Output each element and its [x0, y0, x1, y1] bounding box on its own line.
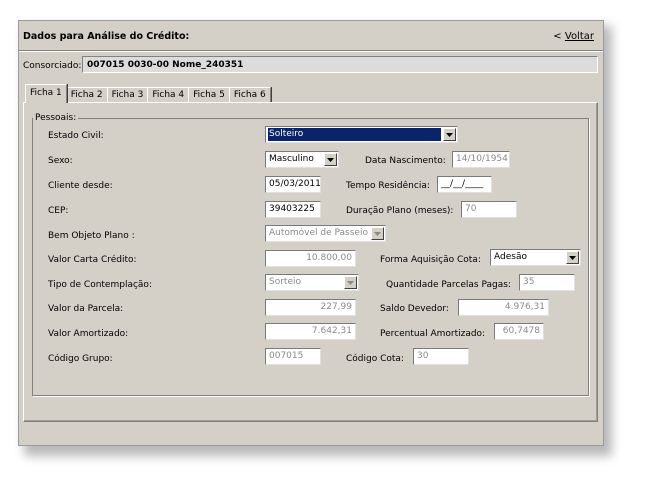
- tipo-contemplacao-value: Sorteio: [269, 277, 301, 287]
- duracao-plano-field[interactable]: 70: [461, 201, 517, 218]
- valor-amortizado-label: Valor Amortizado:: [48, 329, 129, 339]
- back-label: Voltar: [564, 31, 594, 42]
- valor-parcela-field[interactable]: 227,99: [265, 299, 356, 316]
- data-nascimento-field[interactable]: 14/10/1954: [452, 151, 510, 168]
- dropdown-arrow-icon[interactable]: [566, 251, 579, 264]
- percentual-amortizado-field[interactable]: 60,7478: [494, 323, 544, 340]
- bem-objeto-value: Automóvel de Passeio: [269, 228, 368, 238]
- bem-objeto-label: Bem Objeto Plano :: [48, 231, 135, 241]
- tempo-residencia-label: Tempo Residência:: [346, 181, 430, 191]
- forma-aquisicao-value: Adesão: [494, 252, 527, 262]
- saldo-devedor-label: Saldo Devedor:: [380, 304, 449, 314]
- codigo-grupo-label: Código Grupo:: [48, 354, 113, 364]
- sexo-value: Masculino: [269, 154, 314, 164]
- tipo-contemplacao-select[interactable]: Sorteio: [265, 274, 359, 291]
- valor-parcela-label: Valor da Parcela:: [48, 304, 124, 314]
- tab-ficha-2[interactable]: Ficha 2: [65, 87, 108, 103]
- cliente-desde-label: Cliente desde:: [48, 181, 113, 191]
- dropdown-arrow-icon[interactable]: [324, 153, 337, 166]
- codigo-cota-field[interactable]: 30: [413, 348, 469, 365]
- sexo-label: Sexo:: [48, 156, 73, 166]
- estado-civil-value: Solteiro: [268, 128, 441, 141]
- data-nascimento-label: Data Nascimento:: [365, 156, 446, 166]
- tab-ficha-6[interactable]: Ficha 6: [228, 87, 271, 103]
- codigo-grupo-field[interactable]: 007015: [265, 348, 321, 365]
- dropdown-arrow-icon[interactable]: [344, 276, 357, 289]
- tempo-residencia-field[interactable]: __/__/____: [437, 176, 492, 193]
- forma-aquisicao-select[interactable]: Adesão: [490, 249, 581, 266]
- tab-strip: Ficha 1 Ficha 2 Ficha 3 Ficha 4 Ficha 5 …: [25, 84, 271, 103]
- tab-ficha-5[interactable]: Ficha 5: [188, 87, 230, 103]
- back-chevron-icon: <: [553, 31, 562, 42]
- forma-aquisicao-label: Forma Aquisição Cota:: [380, 255, 481, 265]
- tab-ficha-4[interactable]: Ficha 4: [147, 87, 190, 103]
- qtd-parcelas-field[interactable]: 35: [519, 274, 575, 291]
- credit-analysis-window: Dados para Análise do Crédito: < Voltar …: [18, 20, 604, 446]
- dropdown-arrow-icon[interactable]: [371, 227, 384, 240]
- cliente-desde-field[interactable]: 05/03/2011: [265, 176, 321, 193]
- valor-carta-label: Valor Carta Crédito:: [48, 255, 137, 265]
- valor-carta-field[interactable]: 10.800,00: [265, 250, 356, 267]
- tab-panel: Pessoais: Estado Civil: Solteiro Sexo: M…: [23, 102, 598, 422]
- cep-field[interactable]: 39403225: [265, 201, 321, 218]
- consorciado-label: Consorciado:: [23, 61, 82, 71]
- divider: [19, 50, 603, 52]
- dropdown-arrow-icon[interactable]: [443, 128, 456, 141]
- cep-label: CEP:: [48, 206, 69, 216]
- valor-amortizado-field[interactable]: 7.642,31: [265, 323, 356, 340]
- tab-ficha-1[interactable]: Ficha 1: [25, 84, 67, 103]
- tipo-contemplacao-label: Tipo de Contemplação:: [48, 280, 152, 290]
- percentual-amortizado-label: Percentual Amortizado:: [380, 329, 486, 339]
- back-link[interactable]: < Voltar: [553, 31, 594, 42]
- bem-objeto-select[interactable]: Automóvel de Passeio: [265, 225, 386, 242]
- duracao-plano-label: Duração Plano (meses):: [346, 206, 454, 216]
- saldo-devedor-field[interactable]: 4.976,31: [458, 299, 549, 316]
- consorciado-value: 007015 0030-00 Nome_240351: [82, 56, 598, 73]
- group-legend: Pessoais:: [33, 113, 79, 123]
- estado-civil-label: Estado Civil:: [48, 131, 104, 141]
- window-title: Dados para Análise do Crédito:: [23, 31, 190, 42]
- sexo-select[interactable]: Masculino: [265, 151, 339, 168]
- estado-civil-select[interactable]: Solteiro: [265, 126, 458, 143]
- tab-ficha-3[interactable]: Ficha 3: [106, 87, 149, 103]
- codigo-cota-label: Código Cota:: [346, 354, 404, 364]
- qtd-parcelas-label: Quantidade Parcelas Pagas:: [386, 280, 511, 290]
